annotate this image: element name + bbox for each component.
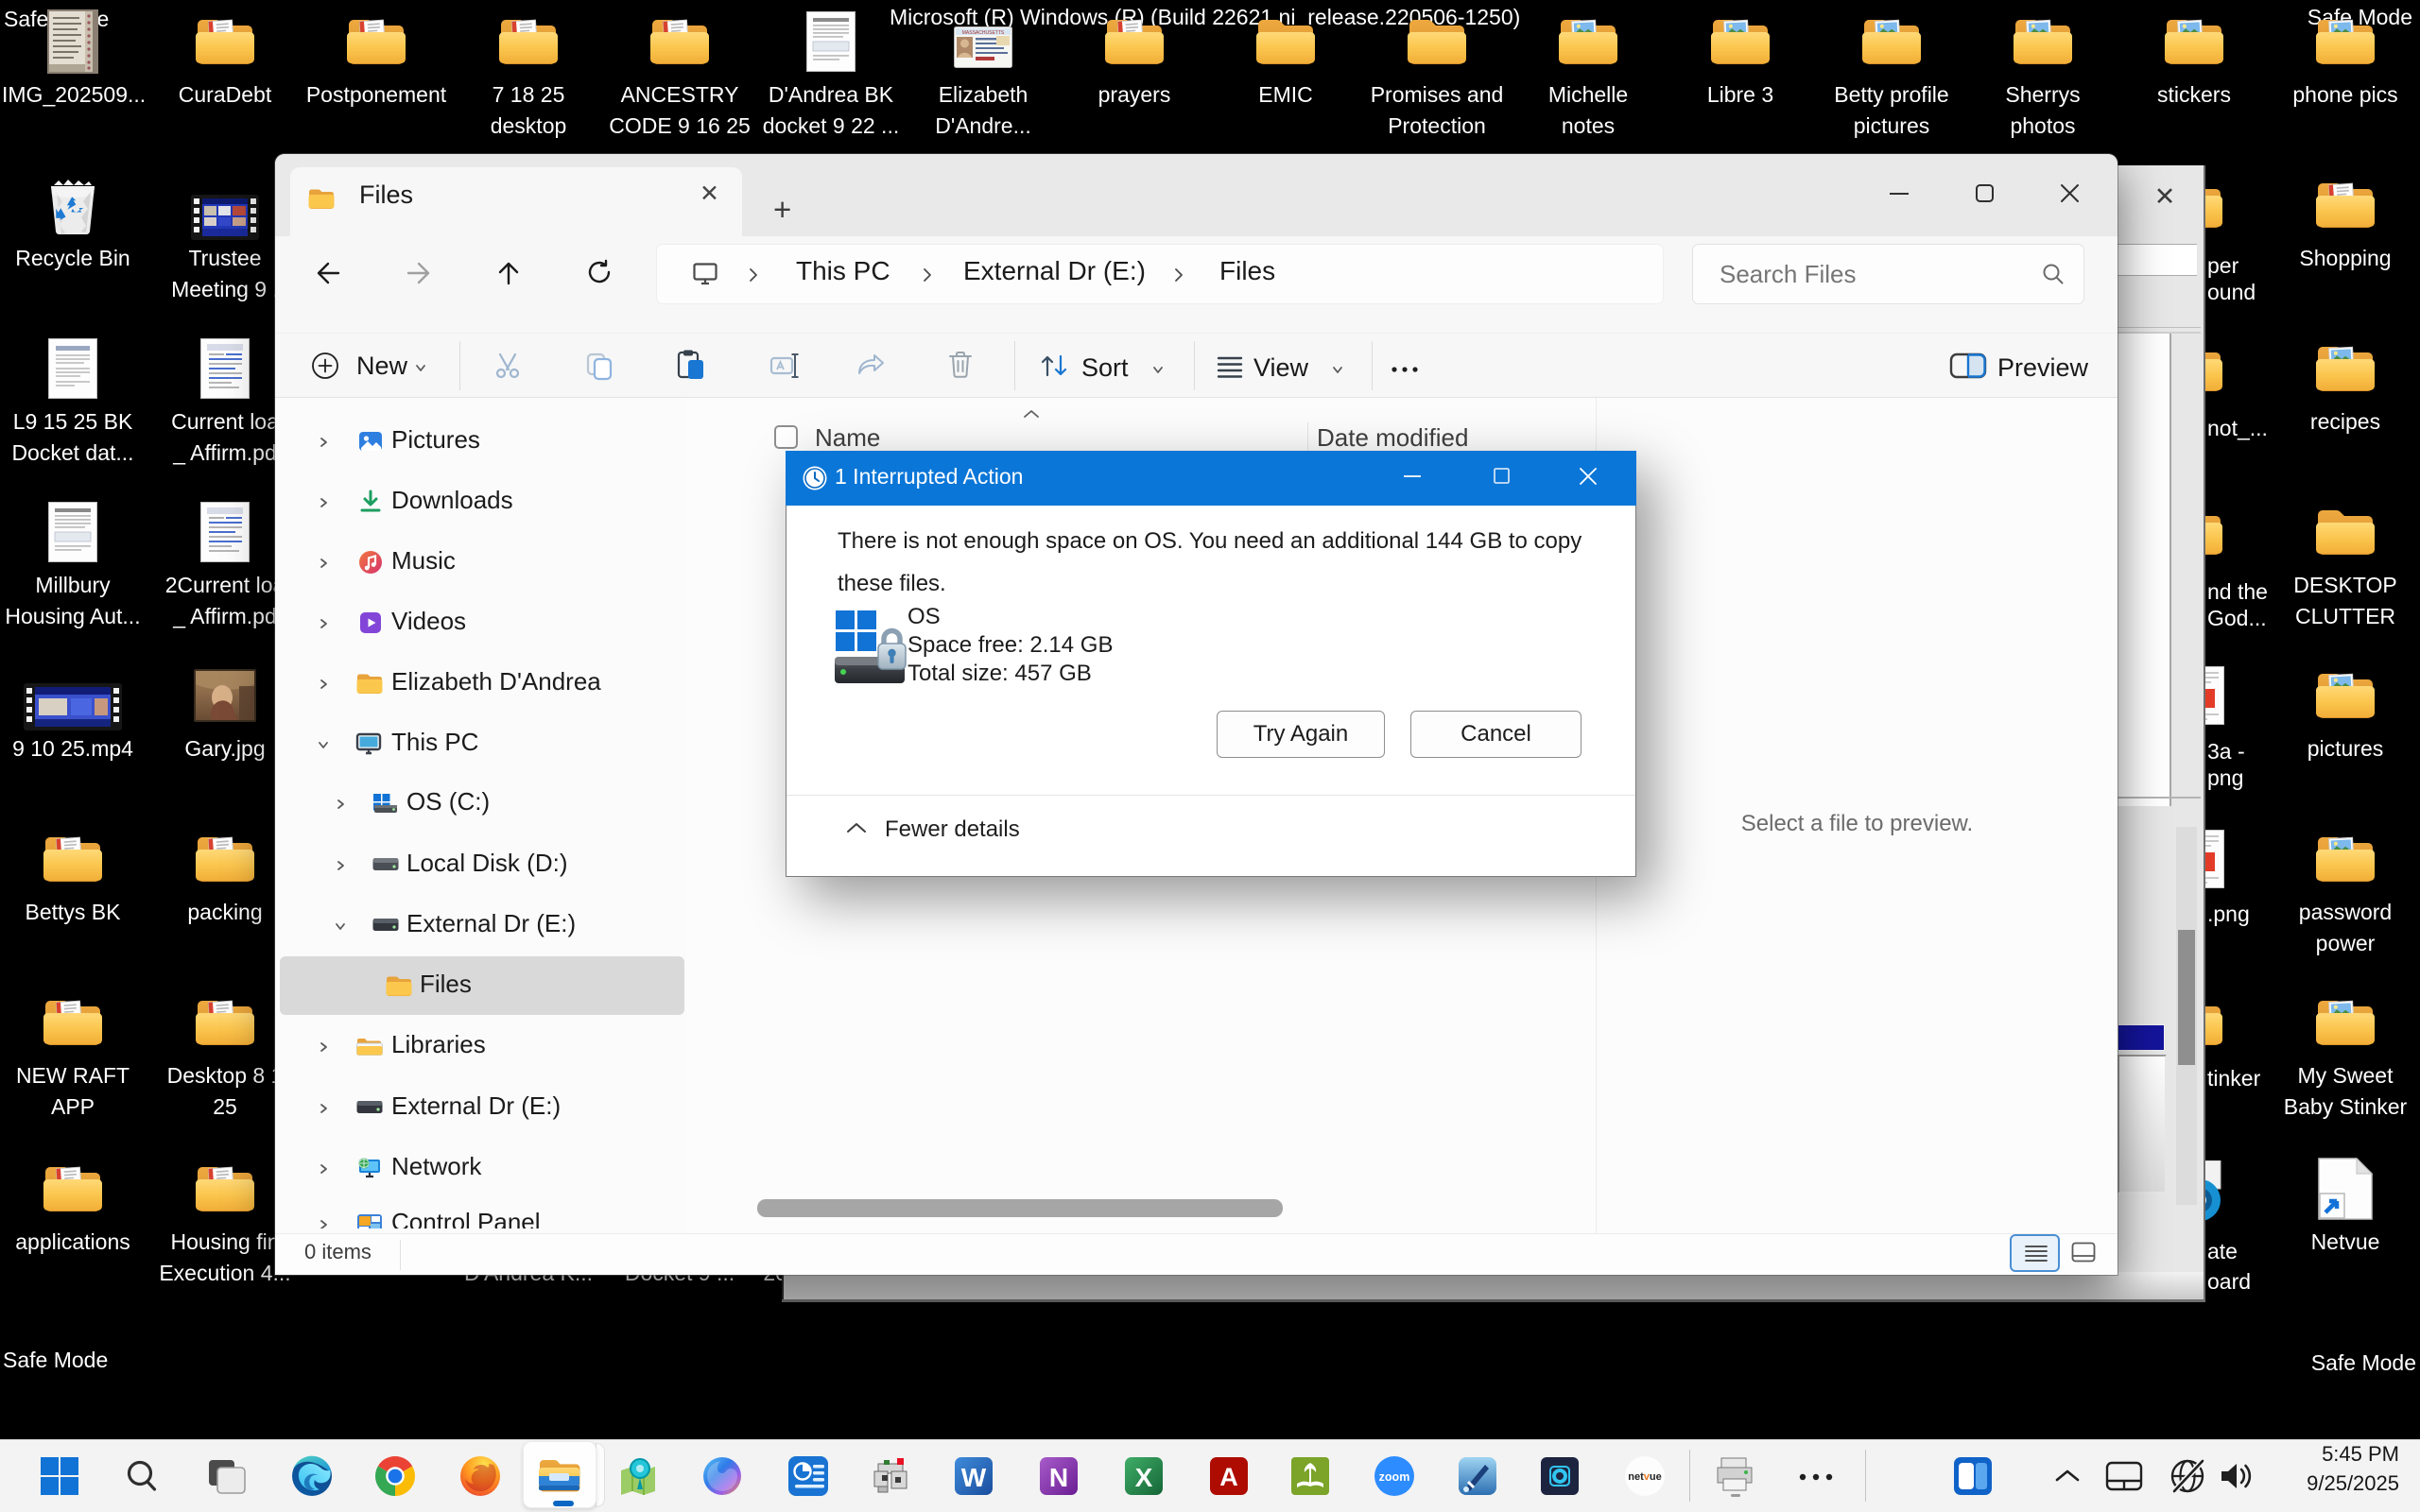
svg-text:N: N bbox=[1049, 1463, 1068, 1492]
svg-text:W: W bbox=[961, 1463, 987, 1492]
svg-text:A: A bbox=[1219, 1463, 1238, 1491]
svg-text:netvue: netvue bbox=[1628, 1471, 1661, 1483]
svg-text:zoom: zoom bbox=[1379, 1470, 1410, 1484]
svg-text:X: X bbox=[1135, 1463, 1153, 1492]
svg-text:MASSACHUSETTS: MASSACHUSETTS bbox=[962, 30, 1005, 36]
